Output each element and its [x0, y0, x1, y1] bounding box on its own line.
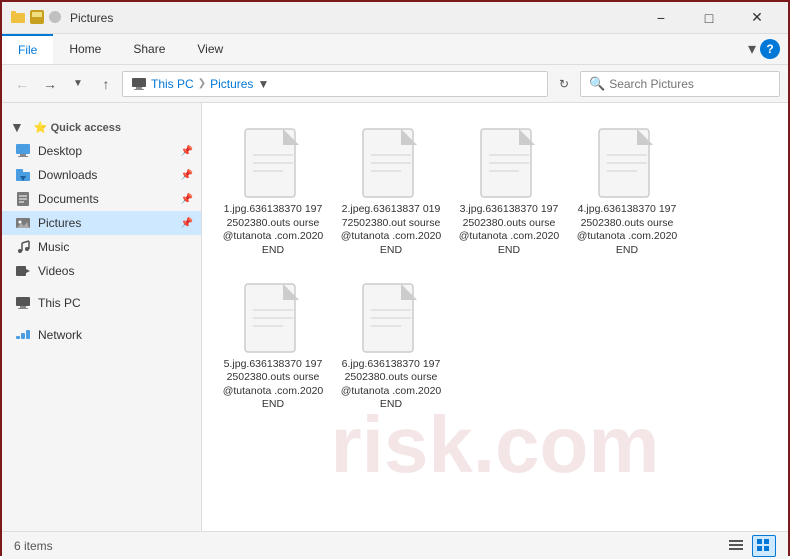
file-name-2: 2.jpeg.63613837 01972502380.out sourse@t…: [340, 203, 442, 258]
sidebar-item-network[interactable]: Network: [2, 323, 201, 347]
sidebar-label-desktop: Desktop: [38, 144, 82, 158]
quick-access-expand-icon[interactable]: ▼: [10, 119, 24, 135]
title-bar: Pictures − □ ✕: [2, 2, 788, 34]
sidebar-label-pictures: Pictures: [38, 216, 81, 230]
pin-downloads: 📌: [181, 170, 193, 181]
file-name-5: 5.jpg.636138370 1972502380.outs ourse@tu…: [222, 358, 324, 413]
folder-icon: [10, 10, 26, 26]
tab-share[interactable]: Share: [117, 34, 181, 64]
file-icon-5: [243, 282, 303, 354]
breadcrumb-separator: ❯: [198, 78, 206, 89]
pin-documents: 📌: [181, 194, 193, 205]
refresh-button[interactable]: ↻: [552, 72, 576, 96]
sidebar: ▼ ⭐ Quick access Desktop 📌 Downloads 📌: [2, 103, 202, 531]
breadcrumb-this-pc[interactable]: This PC: [151, 77, 194, 91]
address-bar: ← → ▼ ↑ This PC ❯ Pictures ▼ ↻ 🔍: [2, 65, 788, 103]
up-button[interactable]: ↑: [94, 72, 118, 96]
file-item-1[interactable]: 1.jpg.636138370 1972502380.outs ourse@tu…: [218, 119, 328, 266]
title-bar-icons: [10, 10, 62, 26]
help-button[interactable]: ?: [760, 39, 780, 59]
view-controls: [724, 535, 776, 557]
sidebar-item-music[interactable]: Music: [2, 235, 201, 259]
breadcrumb-pictures[interactable]: Pictures: [210, 77, 253, 91]
file-name-1: 1.jpg.636138370 1972502380.outs ourse@tu…: [222, 203, 324, 258]
pin-pictures: 📌: [181, 218, 193, 229]
pin-icon: [48, 10, 62, 24]
file-icon-3: [479, 127, 539, 199]
file-name-6: 6.jpg.636138370 1972502380.outs ourse@tu…: [340, 358, 442, 413]
sidebar-label-videos: Videos: [38, 264, 74, 278]
sidebar-section-quick-access: ▼ ⭐ Quick access: [2, 115, 201, 139]
file-item-2[interactable]: 2.jpeg.63613837 01972502380.out sourse@t…: [336, 119, 446, 266]
pin-desktop: 📌: [181, 146, 193, 157]
list-view-icon: [729, 539, 743, 553]
window-title: Pictures: [70, 11, 638, 25]
sidebar-label-music: Music: [38, 240, 69, 254]
breadcrumb-dropdown-button[interactable]: ▼: [257, 77, 269, 91]
search-box: 🔍: [580, 71, 780, 97]
forward-button[interactable]: →: [38, 72, 62, 96]
tab-home[interactable]: Home: [53, 34, 117, 64]
this-pc-icon: [131, 76, 147, 92]
tab-file[interactable]: File: [2, 34, 53, 64]
file-name-3: 3.jpg.636138370 1972502380.outs ourse@tu…: [458, 203, 560, 258]
files-container: 1.jpg.636138370 1972502380.outs ourse@tu…: [218, 119, 772, 420]
list-view-button[interactable]: [724, 535, 748, 557]
expand-ribbon-button[interactable]: ▾: [748, 39, 756, 59]
ribbon-tabs: File Home Share View ▾ ?: [2, 34, 788, 64]
documents-icon: [14, 190, 32, 208]
close-button[interactable]: ✕: [734, 2, 780, 34]
file-icon-1: [243, 127, 303, 199]
file-item-4[interactable]: 4.jpg.636138370 1972502380.outs ourse@tu…: [572, 119, 682, 266]
icon-view-button[interactable]: [752, 535, 776, 557]
downloads-icon: [14, 166, 32, 184]
sidebar-label-this-pc: This PC: [38, 296, 81, 310]
desktop-icon: [14, 142, 32, 160]
file-icon-6: [361, 282, 421, 354]
sidebar-item-documents[interactable]: Documents 📌: [2, 187, 201, 211]
file-item-3[interactable]: 3.jpg.636138370 1972502380.outs ourse@tu…: [454, 119, 564, 266]
file-icon-4: [597, 127, 657, 199]
sidebar-item-this-pc[interactable]: This PC: [2, 291, 201, 315]
sidebar-item-downloads[interactable]: Downloads 📌: [2, 163, 201, 187]
sidebar-item-pictures[interactable]: Pictures 📌: [2, 211, 201, 235]
this-pc-sidebar-icon: [14, 294, 32, 312]
search-input[interactable]: [609, 77, 771, 91]
tab-view[interactable]: View: [181, 34, 239, 64]
sidebar-item-desktop[interactable]: Desktop 📌: [2, 139, 201, 163]
sidebar-label-network: Network: [38, 328, 82, 342]
save-icon: [30, 10, 44, 24]
music-icon: [14, 238, 32, 256]
maximize-button[interactable]: □: [686, 2, 732, 34]
main-layout: ▼ ⭐ Quick access Desktop 📌 Downloads 📌: [2, 103, 788, 531]
video-icon: [14, 262, 32, 280]
item-count: 6 items: [14, 539, 53, 553]
file-item-6[interactable]: 6.jpg.636138370 1972502380.outs ourse@tu…: [336, 274, 446, 421]
content-area: risk.com 1.jpg.636138370 1972502380.outs…: [202, 103, 788, 531]
status-bar: 6 items: [2, 531, 788, 559]
sidebar-item-videos[interactable]: Videos: [2, 259, 201, 283]
pictures-icon: [14, 214, 32, 232]
window-controls: − □ ✕: [638, 2, 780, 34]
icon-view-icon: [757, 539, 771, 553]
breadcrumb: This PC ❯ Pictures ▼: [122, 71, 548, 97]
file-item-5[interactable]: 5.jpg.636138370 1972502380.outs ourse@tu…: [218, 274, 328, 421]
network-icon: [14, 326, 32, 344]
sidebar-separator-1: [2, 283, 201, 291]
file-icon-2: [361, 127, 421, 199]
back-button[interactable]: ←: [10, 72, 34, 96]
sidebar-separator-2: [2, 315, 201, 323]
search-icon: 🔍: [589, 76, 605, 92]
dropdown-button[interactable]: ▼: [66, 72, 90, 96]
ribbon: File Home Share View ▾ ?: [2, 34, 788, 65]
sidebar-label-documents: Documents: [38, 192, 99, 206]
sidebar-label-downloads: Downloads: [38, 168, 97, 182]
file-name-4: 4.jpg.636138370 1972502380.outs ourse@tu…: [576, 203, 678, 258]
minimize-button[interactable]: −: [638, 2, 684, 34]
